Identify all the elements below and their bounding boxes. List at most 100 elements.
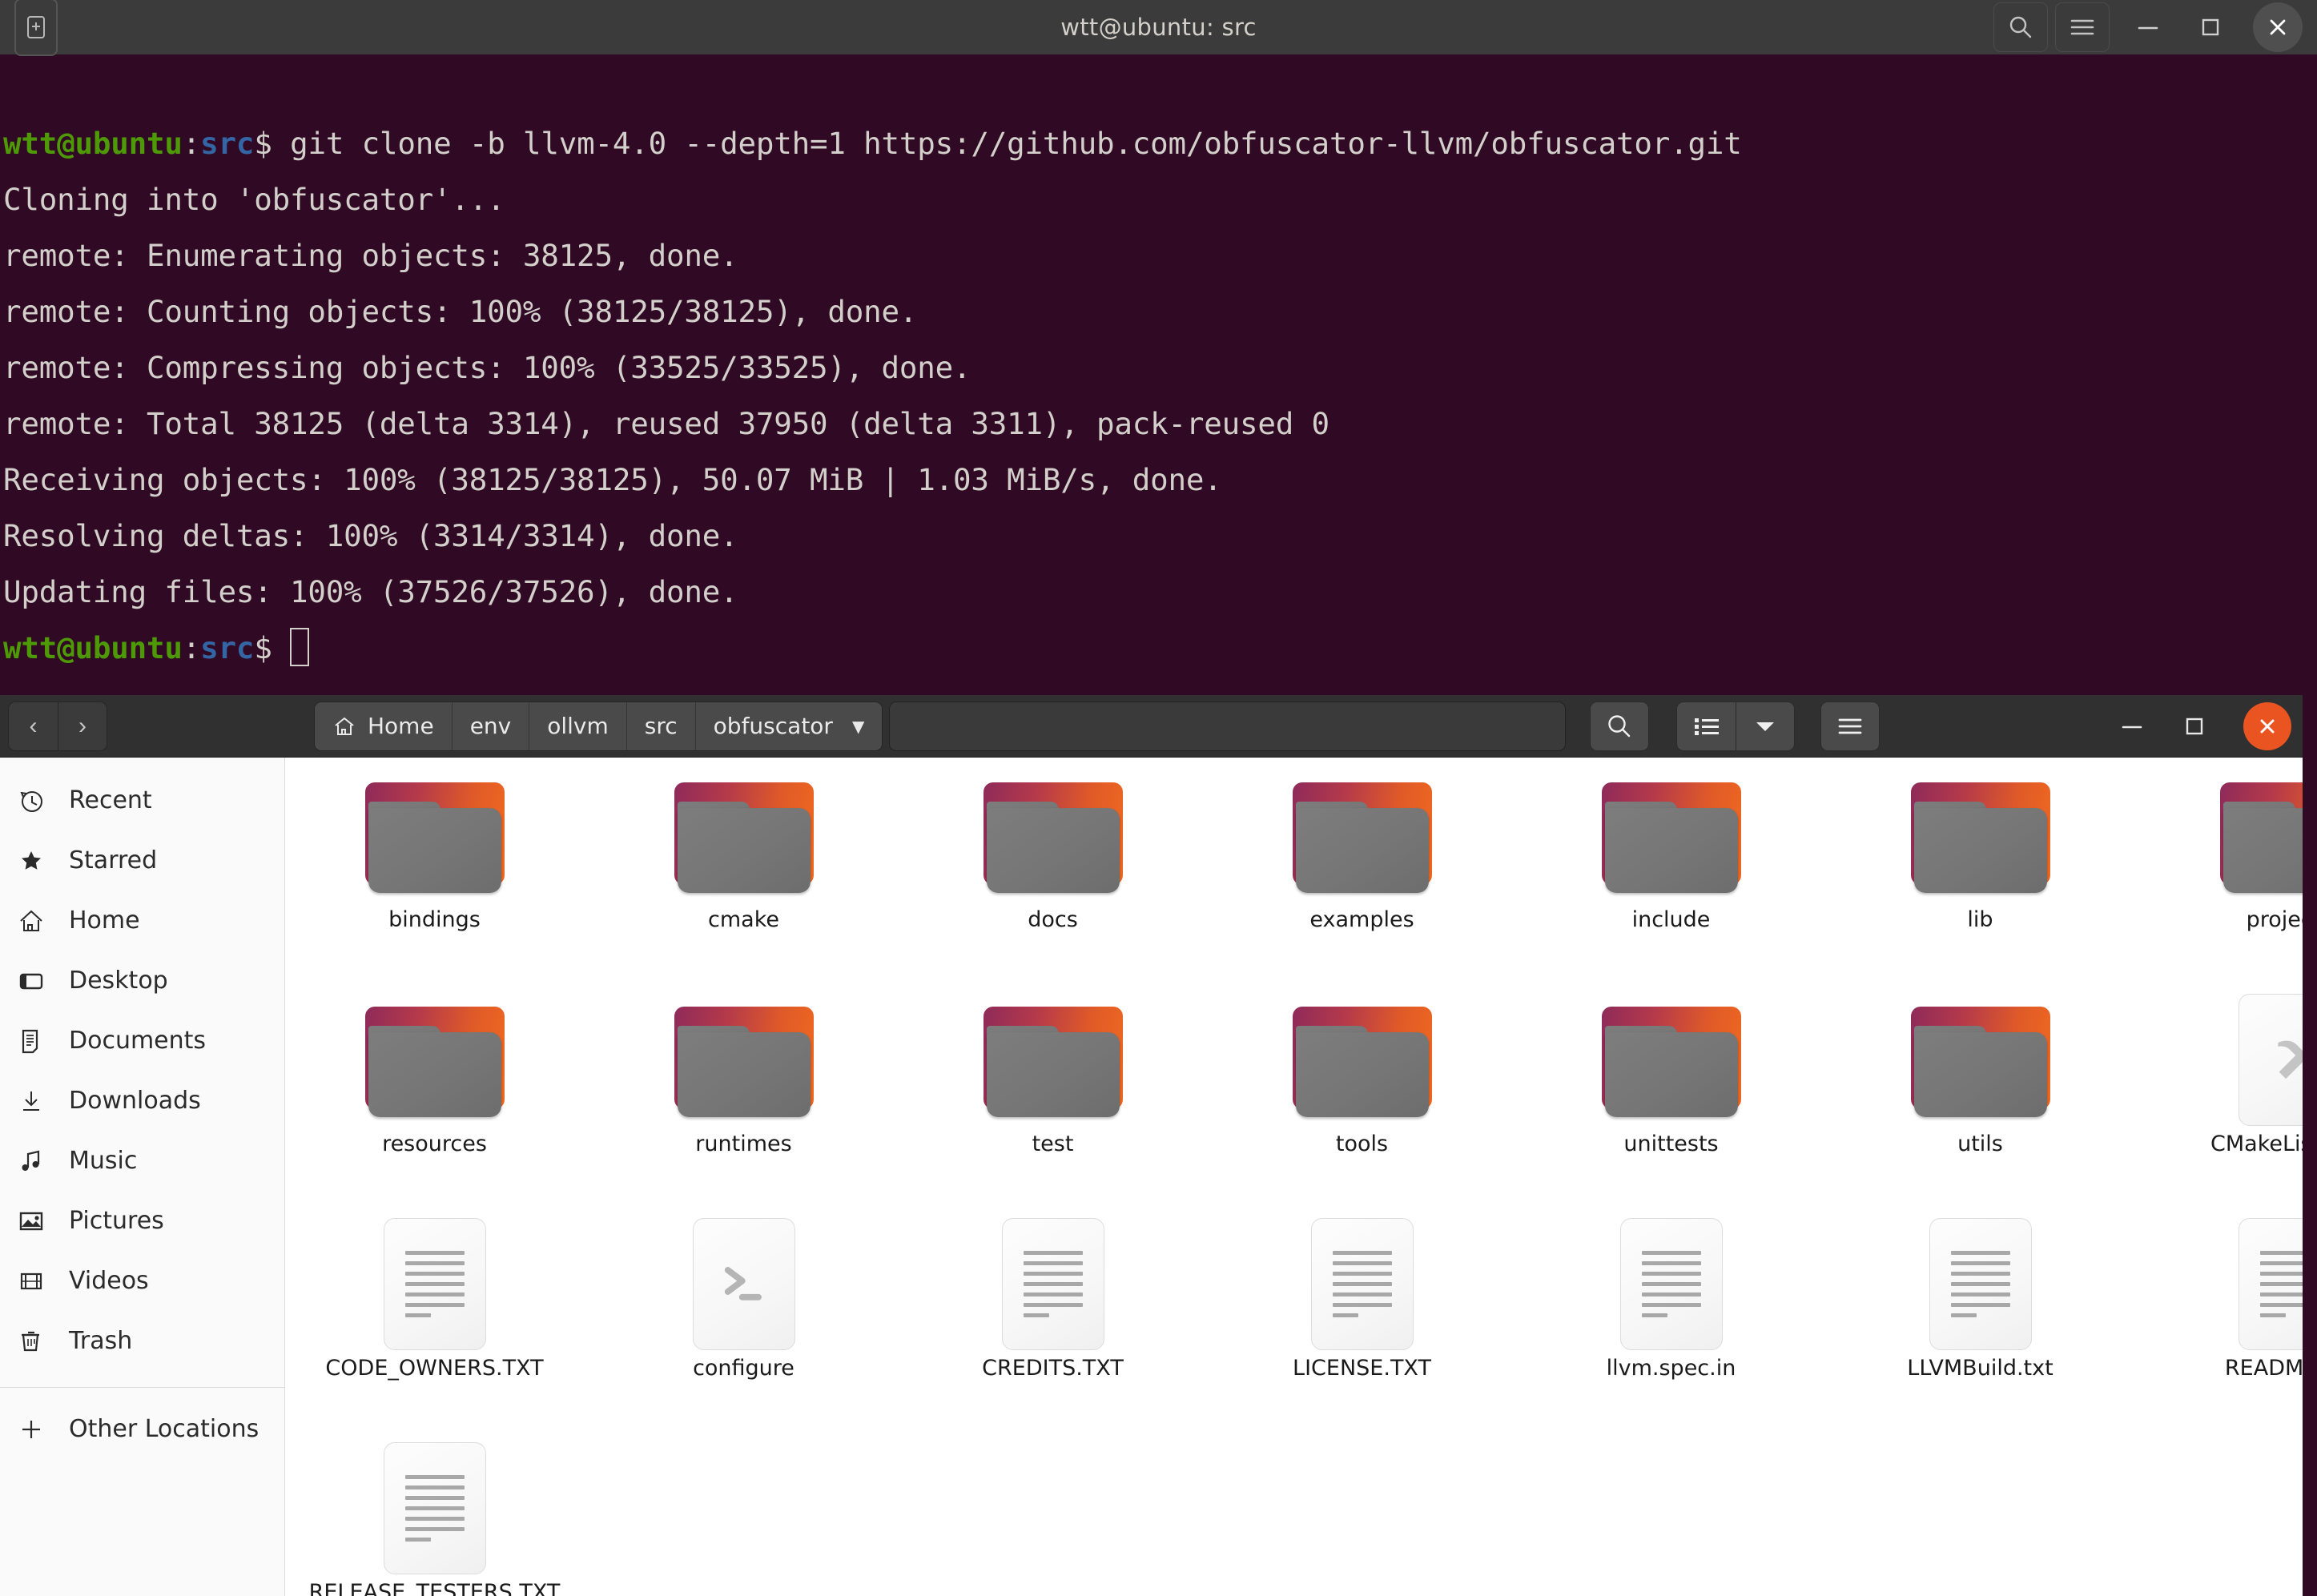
hamburger-menu-icon[interactable] [2055,2,2110,52]
item-label: CODE_OWNERS.TXT [325,1356,544,1381]
file-manager-toolbar: ‹ › Home env ollvm src obfuscator ▼ [0,695,2303,758]
plus-icon [18,1416,62,1443]
item-label: lib [1967,907,1993,932]
forward-button[interactable]: › [58,701,107,751]
item-icon [1838,990,2122,1130]
terminal-minimize-button[interactable] [2117,2,2179,52]
folder-icon [1292,776,1432,896]
file-item[interactable]: CREDITS.TXT [911,1214,1195,1382]
folder-item[interactable]: include [1529,766,1813,934]
folder-item[interactable]: projects [2147,766,2303,934]
folder-item[interactable]: resources [292,990,577,1158]
file-manager-close-button[interactable] [2243,702,2291,750]
sidebar-item-label: Home [69,907,140,935]
breadcrumb-item-home[interactable]: Home [315,702,453,750]
film-strip-icon [18,1268,62,1295]
prompt-user: wtt@ubuntu [3,630,183,665]
folder-item[interactable]: lib [1838,766,2122,934]
file-grid-area[interactable]: bindings cmake docs examples include lib proje… [286,758,2303,1596]
text-file-icon [1310,1218,1414,1350]
sidebar-item-music[interactable]: Music [0,1131,284,1191]
file-item[interactable]: configure [601,1214,886,1382]
folder-icon [1601,1000,1741,1120]
breadcrumb-item-ollvm[interactable]: ollvm [529,702,627,750]
folder-item[interactable]: test [911,990,1195,1158]
folder-item[interactable]: examples [1220,766,1504,934]
folder-icon [1910,1000,2050,1120]
sidebar-item-label: Starred [69,846,158,874]
item-label: CREDITS.TXT [982,1356,1124,1381]
folder-icon [1601,776,1741,896]
hamburger-menu-icon[interactable] [1820,701,1881,751]
home-icon [332,714,356,738]
item-icon [1529,766,1813,906]
back-button[interactable]: ‹ [8,701,58,751]
terminal-cursor [290,628,310,666]
folder-item[interactable]: tools [1220,990,1504,1158]
file-item[interactable]: CODE_OWNERS.TXT [292,1214,577,1382]
folder-item[interactable]: docs [911,766,1195,934]
folder-item[interactable]: utils [1838,990,2122,1158]
item-icon [292,990,577,1130]
sidebar-item-label: Pictures [69,1207,164,1235]
sidebar-item-label: Trash [69,1327,133,1355]
item-icon [1220,1214,1504,1354]
build-file-icon [2238,994,2303,1126]
item-icon [2147,990,2303,1130]
item-label: docs [1028,907,1078,932]
file-item[interactable]: RELEASE_TESTERS.TXT [292,1438,577,1596]
file-manager-window-buttons [2101,702,2291,751]
folder-item[interactable]: bindings [292,766,577,934]
file-item[interactable]: LLVMBuild.txt [1838,1214,2122,1382]
terminal-command-line: wtt@ubuntu:src$ git clone -b llvm-4.0 --… [3,115,2317,171]
item-label: LLVMBuild.txt [1907,1356,2054,1381]
list-view-icon[interactable] [1676,701,1736,751]
search-icon[interactable] [1993,2,2048,52]
item-icon [2147,766,2303,906]
breadcrumb-item-env[interactable]: env [452,702,530,750]
sidebar-item-documents[interactable]: Documents [0,1011,284,1071]
sidebar-item-label: Music [69,1147,138,1175]
terminal-close-button[interactable] [2253,2,2303,52]
sidebar-item-trash[interactable]: Trash [0,1311,284,1371]
breadcrumb-item-src[interactable]: src [626,702,696,750]
file-manager-maximize-button[interactable] [2163,702,2226,751]
sidebar-item-label: Documents [69,1027,207,1055]
chevron-down-icon[interactable]: ▼ [852,717,864,736]
clock-history-icon [18,787,62,814]
search-icon[interactable] [1590,701,1650,751]
sidebar-item-videos[interactable]: Videos [0,1251,284,1311]
sidebar-item-desktop[interactable]: Desktop [0,951,284,1011]
breadcrumb: Home env ollvm src obfuscator ▼ [314,701,883,751]
chevron-down-icon[interactable] [1736,701,1796,751]
item-icon [601,990,886,1130]
file-item[interactable]: llvm.spec.in [1529,1214,1813,1382]
sidebar-item-starred[interactable]: Starred [0,830,284,890]
path-entry-field[interactable] [889,701,1567,751]
terminal-output-line: remote: Total 38125 (delta 3314), reused… [3,406,1329,441]
prompt-separator: : [182,126,201,161]
folder-item[interactable]: runtimes [601,990,886,1158]
folder-icon [674,776,814,896]
folder-icon [983,776,1123,896]
breadcrumb-label: Home [368,713,434,739]
folder-icon [674,1000,814,1120]
file-manager-window: ‹ › Home env ollvm src obfuscator ▼ Rece… [0,695,2303,1596]
terminal-output-line: Cloning into 'obfuscator'... [3,182,505,217]
sidebar-item-recent[interactable]: Recent [0,770,284,830]
terminal-title: wtt@ubuntu: src [1060,14,1257,41]
item-icon [292,1214,577,1354]
breadcrumb-item-obfuscator[interactable]: obfuscator ▼ [695,702,883,750]
folder-item[interactable]: unittests [1529,990,1813,1158]
terminal-maximize-button[interactable] [2179,2,2242,52]
folder-item[interactable]: cmake [601,766,886,934]
file-grid: bindings cmake docs examples include lib proje… [286,758,2303,1596]
file-item[interactable]: LICENSE.TXT [1220,1214,1504,1382]
sidebar-item-home[interactable]: Home [0,890,284,951]
file-manager-minimize-button[interactable] [2101,702,2163,751]
sidebar-item-other-locations[interactable]: Other Locations [0,1399,284,1459]
file-item[interactable]: CMakeLists.txt [2147,990,2303,1158]
sidebar-item-pictures[interactable]: Pictures [0,1191,284,1251]
file-item[interactable]: README.txt [2147,1214,2303,1382]
sidebar-item-downloads[interactable]: Downloads [0,1071,284,1131]
